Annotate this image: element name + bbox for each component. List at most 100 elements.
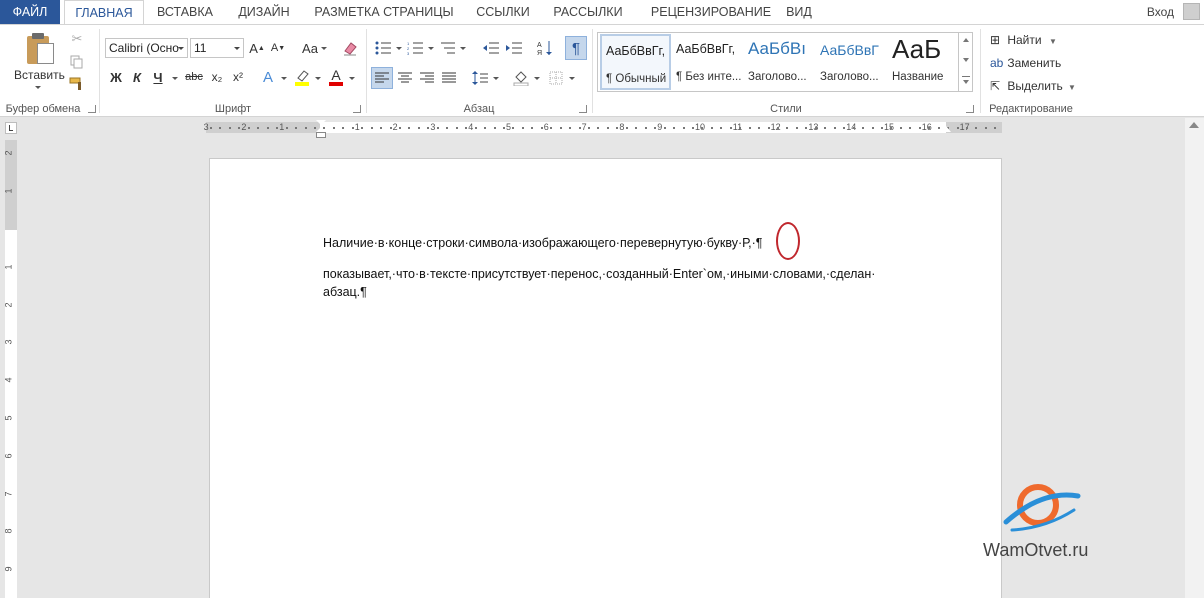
styles-launcher-icon[interactable] (966, 105, 974, 113)
ruler-tick (588, 127, 590, 129)
align-center-button[interactable] (395, 67, 415, 89)
ribbon-tab-bar: ФАЙЛ ГЛАВНАЯ ВСТАВКА ДИЗАЙН РАЗМЕТКА СТР… (0, 0, 1204, 25)
document-page[interactable]: Наличие·в·конце·строки·символа·изображаю… (209, 158, 1002, 598)
font-name-combo[interactable]: Calibri (Осно (105, 38, 188, 58)
underline-button[interactable]: Ч (148, 67, 168, 87)
ruler-number: 15 (884, 122, 895, 132)
ruler-number: 8 (3, 528, 14, 534)
align-left-button[interactable] (371, 67, 393, 89)
style-heading-2[interactable]: АаБбВвГ Заголово... (816, 34, 887, 90)
grow-font-icon: A (249, 40, 258, 56)
copy-button[interactable] (68, 53, 86, 71)
shading-button[interactable] (511, 67, 531, 89)
paragraph-launcher-icon[interactable] (579, 105, 587, 113)
ruler-tick (342, 127, 345, 129)
style-no-spacing[interactable]: АаБбВвГг, ¶ Без инте... (672, 34, 743, 90)
replace-button[interactable]: ab Заменить (990, 56, 1061, 70)
find-button[interactable]: ⊞ Найти ▼ (990, 33, 1057, 47)
font-launcher-icon[interactable] (353, 105, 361, 113)
tab-insert[interactable]: ВСТАВКА (150, 0, 220, 24)
style-name: Название (892, 71, 944, 83)
format-painter-button[interactable] (68, 75, 86, 93)
numbering-button[interactable]: 123 (405, 38, 425, 58)
tab-design[interactable]: ДИЗАЙН (228, 0, 300, 24)
line-spacing-button[interactable] (470, 67, 490, 89)
scroll-up-arrow-icon[interactable] (1189, 122, 1199, 128)
show-formatting-marks-button[interactable]: ¶ (565, 36, 587, 60)
font-color-button[interactable]: A (326, 67, 346, 87)
font-color-icon: A (331, 67, 341, 83)
vertical-scrollbar[interactable] (1185, 118, 1204, 598)
tab-mailings[interactable]: РАССЫЛКИ (546, 0, 630, 24)
ruler-tick (795, 127, 798, 129)
tab-file[interactable]: ФАЙЛ (0, 0, 60, 24)
tab-selector-icon[interactable] (5, 122, 17, 134)
left-indent-marker[interactable] (316, 132, 326, 138)
document-line-2[interactable]: показывает,·что·в·тексте·присутствует·пе… (323, 267, 875, 281)
shrink-font-button[interactable]: A ▼ (270, 38, 286, 58)
chevron-down-icon (281, 77, 287, 80)
tab-layout[interactable]: РАЗМЕТКА СТРАНИЦЫ (306, 0, 462, 24)
scroll-down-icon[interactable] (963, 58, 969, 62)
font-size-combo[interactable]: 11 (190, 38, 244, 58)
clipboard-launcher-icon[interactable] (88, 105, 96, 113)
clear-formatting-button[interactable] (340, 38, 360, 58)
justify-button[interactable] (439, 67, 459, 89)
scroll-up-icon[interactable] (963, 38, 969, 42)
document-line-3[interactable]: абзац.¶ (323, 285, 367, 299)
italic-button[interactable]: К (127, 67, 147, 87)
superscript-button[interactable]: x² (228, 67, 248, 87)
ruler-tick (446, 127, 449, 129)
increase-indent-button[interactable] (504, 38, 524, 58)
ruler-number: 5 (506, 122, 512, 132)
change-case-button[interactable]: Aa (298, 38, 322, 58)
document-line-1[interactable]: Наличие·в·конце·строки·символа·изображаю… (323, 236, 762, 250)
tab-references[interactable]: ССЫЛКИ (468, 0, 538, 24)
align-right-icon (420, 72, 434, 83)
bullets-button[interactable] (373, 38, 393, 58)
chevron-down-icon (35, 86, 41, 89)
chevron-down-icon (963, 80, 969, 84)
ruler-tick (285, 127, 288, 129)
align-right-button[interactable] (417, 67, 437, 89)
first-line-indent-marker[interactable] (316, 120, 326, 125)
sign-in-link[interactable]: Вход (1147, 0, 1174, 24)
borders-button[interactable] (546, 67, 566, 89)
tab-view[interactable]: ВИД (782, 0, 816, 24)
ruler-tick (644, 127, 647, 129)
ruler-tick (786, 127, 789, 129)
group-divider (980, 29, 981, 113)
change-case-icon: Aa (302, 40, 318, 56)
grow-font-button[interactable]: A ▲ (249, 38, 265, 58)
ruler-tick (625, 127, 628, 129)
paintbrush-icon (69, 77, 81, 90)
subscript-button[interactable]: x₂ (207, 67, 227, 87)
user-icon[interactable] (1183, 3, 1200, 20)
style-heading-1[interactable]: АаБбВı Заголово... (744, 34, 815, 90)
sort-icon: AЯ (537, 41, 552, 56)
multilevel-list-button[interactable] (437, 38, 457, 58)
style-sample: АаБбВı (748, 39, 806, 58)
shrink-font-icon: A (270, 42, 279, 54)
ruler-tick (663, 127, 666, 129)
chevron-down-icon (349, 77, 355, 80)
ruler-tick (880, 127, 883, 129)
text-effects-button[interactable]: A (258, 67, 278, 87)
right-indent-marker[interactable] (941, 126, 951, 132)
tab-home[interactable]: ГЛАВНАЯ (64, 0, 144, 25)
cut-button[interactable]: ✂ (68, 30, 86, 48)
style-name: ¶ Обычный (606, 73, 667, 85)
bold-button[interactable]: Ж (106, 67, 126, 87)
sort-button[interactable]: AЯ (535, 38, 555, 58)
ruler-tick (361, 127, 364, 129)
group-divider (592, 29, 593, 113)
ruler-tick (701, 127, 704, 129)
style-normal[interactable]: АаБбВвГг, ¶ Обычный (600, 34, 671, 90)
more-styles-icon[interactable] (962, 76, 970, 77)
highlight-color-button[interactable] (292, 67, 312, 87)
select-button[interactable]: ⇱ Выделить ▼ (990, 79, 1076, 93)
strikethrough-button[interactable]: abc (183, 67, 205, 87)
tab-review[interactable]: РЕЦЕНЗИРОВАНИЕ (638, 0, 784, 24)
style-title[interactable]: АаБ Название (888, 34, 958, 90)
decrease-indent-button[interactable] (481, 38, 501, 58)
